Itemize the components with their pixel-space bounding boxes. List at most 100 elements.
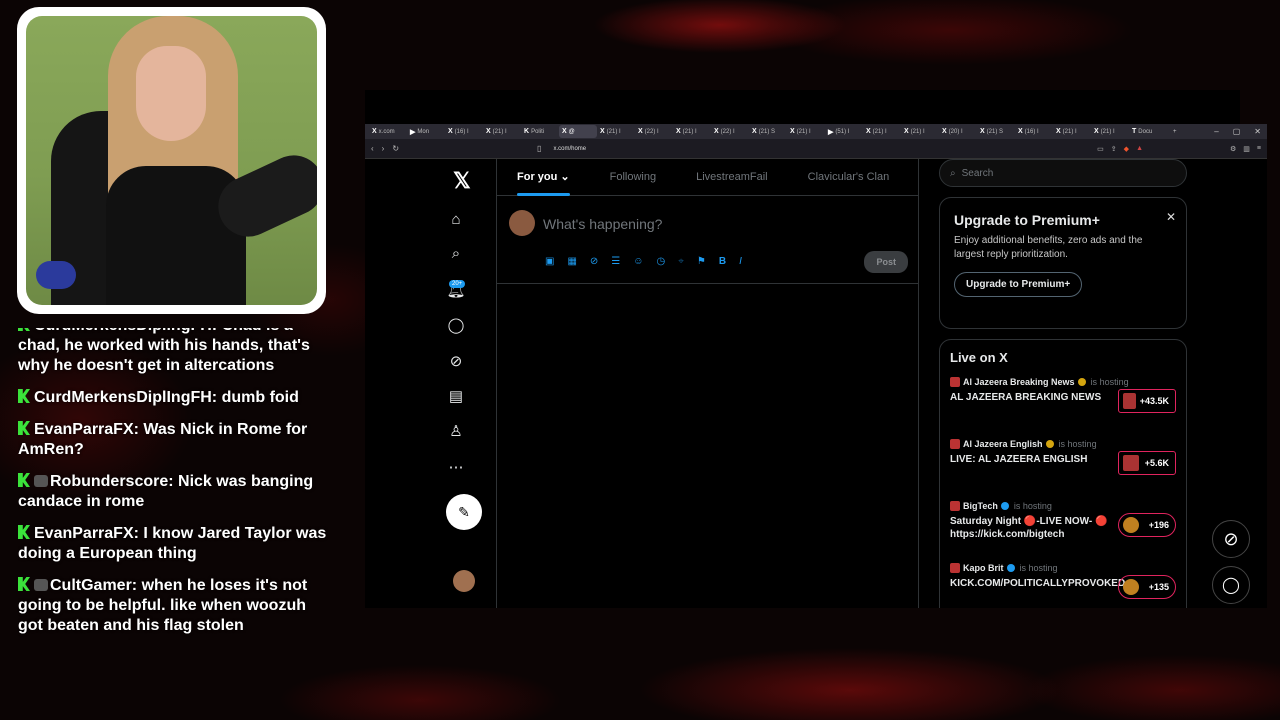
chat-username: CurdMerkensDiplIngFH xyxy=(34,389,212,406)
search-icon: ⌕ xyxy=(950,167,956,179)
tab-label: @ xyxy=(568,128,575,135)
reader-icon[interactable]: ▭ xyxy=(1097,145,1104,153)
menu-icon[interactable]: ≡ xyxy=(1257,145,1261,153)
minimize-button[interactable]: – xyxy=(1214,127,1218,136)
live-host: Kapo Brit is hosting xyxy=(950,563,1176,573)
poll-icon[interactable]: ☰ xyxy=(611,256,620,267)
browser-tab[interactable]: Xx.com xyxy=(369,125,407,138)
maximize-button[interactable]: ▢ xyxy=(1233,127,1241,136)
browser-tab[interactable]: X (21) I xyxy=(1091,125,1129,138)
tab-favicon-icon: X xyxy=(1056,128,1061,135)
live-on-x: Live on X Al Jazeera Breaking News is hos… xyxy=(939,339,1187,608)
webcam-frame xyxy=(17,7,326,314)
forward-icon[interactable]: › xyxy=(382,144,385,153)
badge-icon xyxy=(34,579,48,591)
browser-tab[interactable]: X @ xyxy=(559,125,597,138)
search-icon[interactable]: ⌕ xyxy=(446,244,466,264)
tab-label: (21) S xyxy=(986,128,1004,135)
browser-tab[interactable]: X (21) S xyxy=(977,125,1015,138)
brave-shield-icon[interactable]: ◆ xyxy=(1124,145,1129,153)
close-window-button[interactable]: ✕ xyxy=(1254,127,1261,136)
bookmark-icon[interactable]: ▯ xyxy=(537,144,541,153)
emoji-icon[interactable]: ☺ xyxy=(633,256,643,267)
location-icon[interactable]: ⌖ xyxy=(678,256,684,267)
address-bar[interactable]: x.com/home xyxy=(553,146,586,152)
browser-tab[interactable]: X (21) I xyxy=(483,125,521,138)
browser-tab[interactable]: X (21) I xyxy=(597,125,635,138)
compose-post-button[interactable]: ✎ xyxy=(446,494,482,530)
lists-icon[interactable]: ▤ xyxy=(446,387,466,407)
compose-input[interactable]: What's happening? xyxy=(543,216,662,232)
browser-tab[interactable]: X (16) I xyxy=(1015,125,1053,138)
more-icon[interactable]: ⋯ xyxy=(446,458,466,478)
browser-tab[interactable]: X (22) I xyxy=(711,125,749,138)
flag-icon[interactable]: ⚑ xyxy=(697,256,706,267)
live-item[interactable]: Al Jazeera English is hosting LIVE: AL JAZ… xyxy=(950,439,1176,501)
search-input[interactable]: Search xyxy=(962,168,994,179)
search-box[interactable]: ⌕ Search xyxy=(939,159,1187,187)
account-avatar[interactable] xyxy=(453,570,475,592)
grok-compose-icon[interactable]: ⊘ xyxy=(590,256,598,267)
tab-favicon-icon: X xyxy=(942,128,947,135)
browser-tab[interactable]: X (21) I xyxy=(787,125,825,138)
live-item[interactable]: BigTech is hosting Saturday Night 🔴-LIVE N… xyxy=(950,501,1176,563)
share-icon[interactable]: ⇪ xyxy=(1111,145,1117,153)
browser-tab[interactable]: X (16) I xyxy=(445,125,483,138)
gif-icon[interactable]: ▦ xyxy=(567,256,576,267)
messages-float-button[interactable]: ◯ xyxy=(1212,566,1250,604)
browser-tab[interactable]: X (21) S xyxy=(749,125,787,138)
new-tab-button[interactable]: + xyxy=(1173,129,1177,135)
browser-tab[interactable]: X (21) I xyxy=(863,125,901,138)
host-name: Al Jazeera Breaking News xyxy=(963,377,1075,387)
window-controls: – ▢ ✕ xyxy=(1214,127,1267,136)
browser-tab[interactable]: X (21) I xyxy=(901,125,939,138)
live-stream-title: LIVE: AL JAZEERA ENGLISH xyxy=(950,454,1088,465)
x-logo-icon[interactable]: 𝕏 xyxy=(453,168,471,194)
browser-tab[interactable]: ▶ Mon xyxy=(407,125,445,138)
host-status: is hosting xyxy=(1058,439,1097,449)
home-icon[interactable]: ⌂ xyxy=(446,210,466,230)
browser-tab[interactable]: ▶ (51) I xyxy=(825,125,863,138)
tab-following[interactable]: Following xyxy=(590,159,676,196)
grok-icon[interactable]: ⊘ xyxy=(446,352,466,372)
home-feed: For you ⌄ Following LivestreamFail Clavi… xyxy=(496,159,919,608)
live-host: Al Jazeera Breaking News is hosting xyxy=(950,377,1176,387)
tab-livestreamfail[interactable]: LivestreamFail xyxy=(676,159,788,196)
browser-tab[interactable]: X (21) I xyxy=(1053,125,1091,138)
live-list: Al Jazeera Breaking News is hosting AL JAZ… xyxy=(950,377,1176,608)
browser-tab[interactable]: T Docu xyxy=(1129,125,1167,138)
schedule-icon[interactable]: ◷ xyxy=(656,256,665,267)
browser-tab[interactable]: X (22) I xyxy=(635,125,673,138)
rewards-icon[interactable]: ▲ xyxy=(1136,145,1143,153)
profile-icon[interactable]: ♙ xyxy=(446,422,466,442)
browser-tab[interactable]: X (21) I xyxy=(673,125,711,138)
post-button[interactable]: Post xyxy=(864,251,908,273)
listener-count[interactable]: +5.6K xyxy=(1118,451,1176,475)
sidebar-icon[interactable]: ▥ xyxy=(1243,145,1250,153)
host-avatar xyxy=(950,501,960,511)
tab-label: (16) I xyxy=(454,128,469,135)
grok-float-button[interactable]: ⊘ xyxy=(1212,520,1250,558)
messages-icon[interactable]: ◯ xyxy=(446,316,466,336)
live-item[interactable]: Kapo Brit is hosting KICK.COM/POLITICALLYP… xyxy=(950,563,1176,608)
listener-count[interactable]: +196 xyxy=(1118,513,1176,537)
tab-for-you[interactable]: For you ⌄ xyxy=(497,159,590,196)
stream-thumb xyxy=(1123,393,1136,409)
listener-count[interactable]: +43.5K xyxy=(1118,389,1176,413)
listener-count[interactable]: +135 xyxy=(1118,575,1176,599)
upgrade-premium-button[interactable]: Upgrade to Premium+ xyxy=(954,272,1083,297)
italic-icon[interactable]: I xyxy=(739,256,742,267)
overlay-band xyxy=(365,90,1240,124)
bold-icon[interactable]: B xyxy=(719,256,726,267)
browser-tab[interactable]: X (20) I xyxy=(939,125,977,138)
image-icon[interactable]: ▣ xyxy=(545,256,554,267)
tab-favicon-icon: X xyxy=(372,128,377,135)
live-item[interactable]: Al Jazeera Breaking News is hosting AL JAZ… xyxy=(950,377,1176,439)
reload-icon[interactable]: ↻ xyxy=(392,144,399,153)
close-icon[interactable]: ✕ xyxy=(1166,210,1176,224)
extension-icon[interactable]: ⚙ xyxy=(1230,145,1236,153)
back-icon[interactable]: ‹ xyxy=(371,144,374,153)
browser-tab[interactable]: K Politi xyxy=(521,125,559,138)
tab-claviculars-clan[interactable]: Clavicular's Clan xyxy=(788,159,910,196)
chat-message: CurdMerkensDiplIngFH: dumb foid xyxy=(18,388,328,408)
